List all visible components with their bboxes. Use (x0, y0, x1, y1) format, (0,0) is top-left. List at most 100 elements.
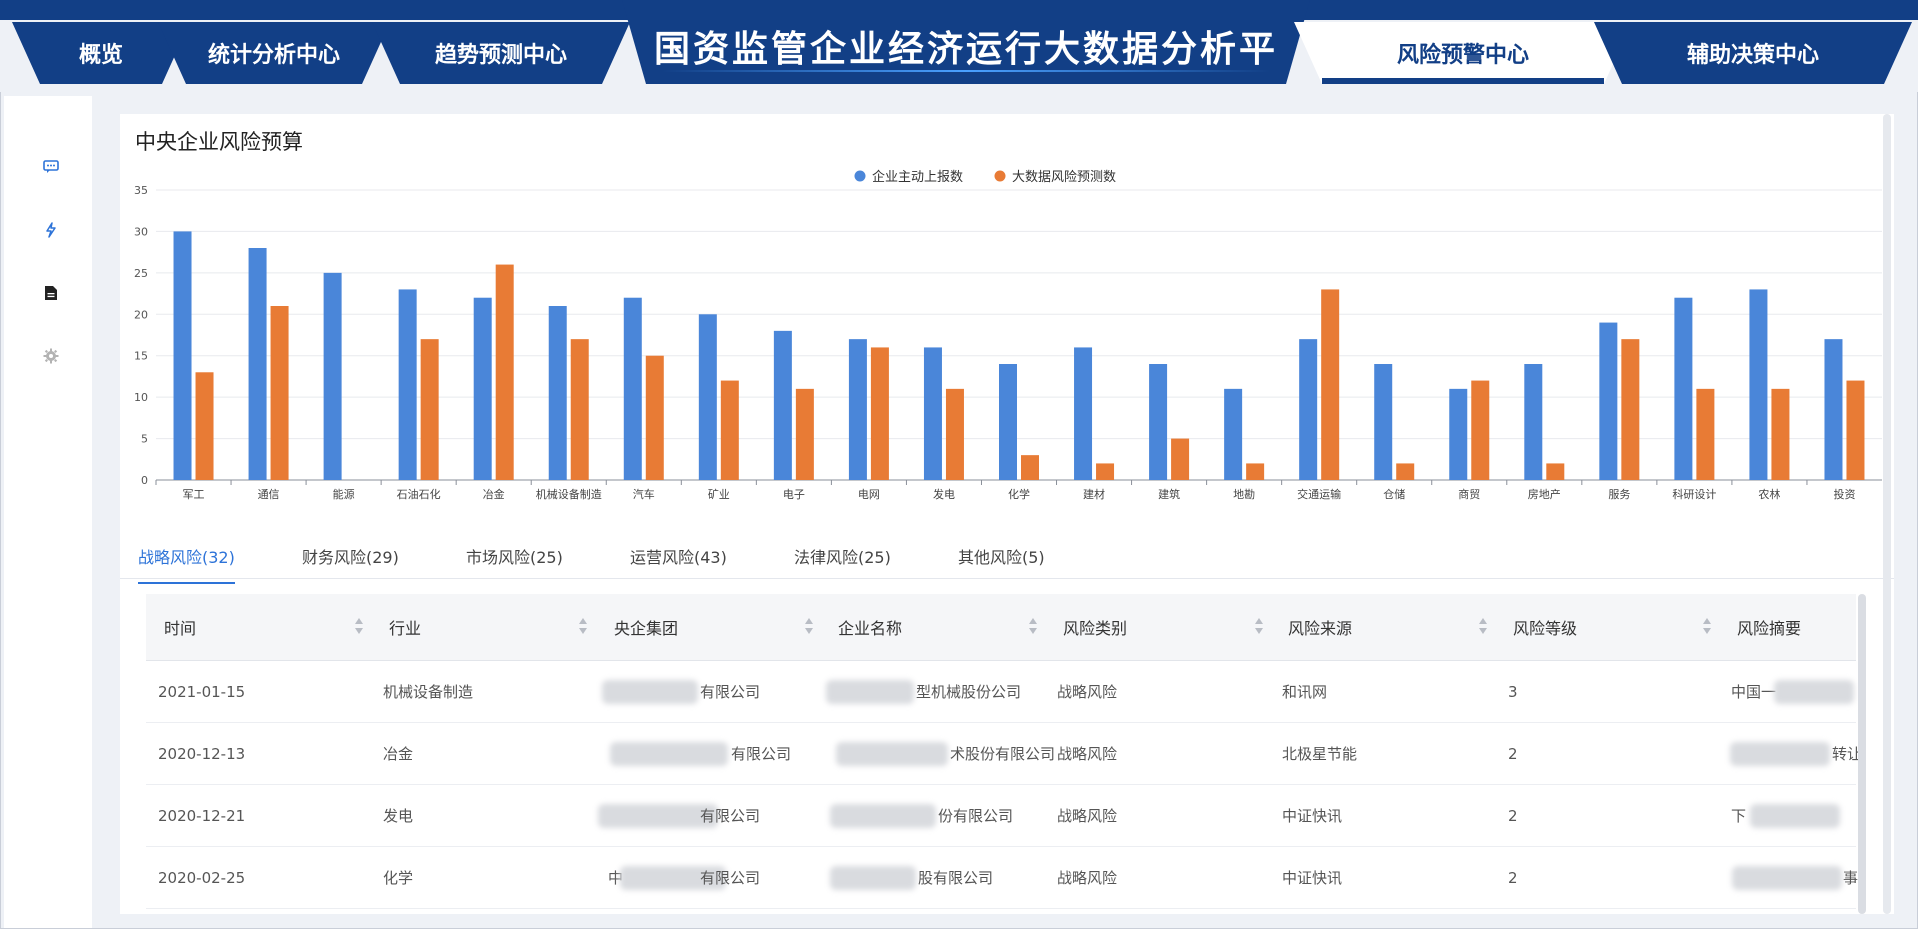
bar (1396, 463, 1415, 480)
sort-icon[interactable] (1702, 618, 1712, 636)
redacted-mask (836, 742, 948, 766)
chart-title: 中央企业风险预算 (135, 130, 303, 154)
cell-category: 战略风险 (1057, 683, 1118, 701)
bar (773, 330, 792, 480)
bar (195, 372, 214, 480)
sort-icon[interactable] (1254, 618, 1264, 636)
table-row[interactable]: 2020-02-25 化学 中 有限公司 股有限公司 战略风险 中证快讯 2 事 (146, 847, 1858, 909)
tab-financial-risk[interactable]: 财务风险(29) (302, 544, 399, 582)
y-tick-label: 35 (134, 184, 148, 197)
cell-category: 战略风险 (1057, 869, 1118, 887)
sort-icon[interactable] (578, 618, 588, 636)
tab-risk-warning[interactable]: 风险预警中心 (1294, 22, 1632, 84)
tab-statistics[interactable]: 统计分析中心 (158, 22, 390, 84)
bar (1171, 438, 1190, 480)
sort-icon[interactable] (804, 618, 814, 636)
sort-icon[interactable] (1478, 618, 1488, 636)
x-tick-label: 投资 (1833, 487, 1855, 501)
bar (1096, 463, 1115, 480)
cell-group: 有限公司 (700, 683, 761, 701)
x-tick-label: 交通运输 (1297, 487, 1341, 501)
sort-icon[interactable] (354, 618, 364, 636)
tab-other-risk[interactable]: 其他风险(5) (958, 544, 1045, 582)
bar (698, 314, 717, 480)
bar (570, 339, 589, 480)
column-header-time[interactable]: 时间 (164, 594, 196, 660)
y-tick-label: 5 (141, 433, 148, 446)
tab-strategic-risk[interactable]: 战略风险(32) (138, 544, 235, 584)
tab-label: 统计分析中心 (207, 43, 340, 68)
x-tick-label: 化学 (1008, 487, 1030, 501)
x-tick-label: 通信 (258, 488, 280, 501)
sort-icon[interactable] (1028, 618, 1038, 636)
bar (923, 347, 942, 480)
document-icon[interactable] (40, 282, 62, 304)
x-tick-label: 服务 (1608, 488, 1630, 501)
cell-source: 中证快讯 (1282, 807, 1343, 825)
table-row[interactable]: 2020-12-13 冶金 有限公司 术股份有限公司 战略风险 北极星节能 2 … (146, 723, 1862, 785)
legend-label: 大数据风险预测数 (1012, 170, 1116, 185)
tab-label: 概览 (78, 43, 123, 68)
top-navigation: 概览 统计分析中心 趋势预测中心 国资监管企业经济运行大数据分析平 风险预警中心… (0, 0, 1918, 92)
column-header-group[interactable]: 央企集团 (614, 594, 678, 660)
gear-icon[interactable] (40, 345, 62, 367)
bar (1599, 322, 1618, 480)
bar (1321, 289, 1340, 480)
table-scrollbar[interactable] (1858, 594, 1866, 914)
x-tick-label: 军工 (183, 488, 205, 501)
column-header-category[interactable]: 风险类别 (1063, 594, 1127, 660)
column-header-company[interactable]: 企业名称 (838, 594, 902, 660)
table-header: 时间 行业 央企集团 企业名称 风险类别 风险来源 风险等级 风险摘要 (146, 594, 1856, 661)
tab-operational-risk[interactable]: 运营风险(43) (630, 544, 727, 582)
x-tick-label: 石油石化 (397, 487, 441, 501)
bar (623, 297, 642, 480)
column-header-level[interactable]: 风险等级 (1513, 594, 1577, 660)
column-header-source[interactable]: 风险来源 (1288, 594, 1352, 660)
cell-source: 和讯网 (1282, 683, 1328, 701)
bar (945, 388, 964, 480)
bar (1149, 364, 1168, 480)
lightning-icon[interactable] (40, 219, 62, 241)
bar (323, 272, 342, 480)
x-tick-label: 发电 (933, 487, 955, 501)
y-tick-label: 10 (134, 391, 148, 404)
redacted-mask (610, 742, 728, 766)
tab-label: 辅助决策中心 (1686, 43, 1819, 68)
y-tick-label: 20 (134, 308, 148, 321)
bar (473, 297, 492, 480)
table-row[interactable]: 2020-12-21 发电 有限公司 份有限公司 战略风险 中证快讯 2 下 (146, 785, 1856, 847)
x-tick-label: 机械设备制造 (536, 487, 602, 501)
table-row[interactable]: 2021-01-15 机械设备制造 有限公司 型机械股份公司 战略风险 和讯网 … (146, 661, 1856, 723)
x-tick-label: 地勘 (1233, 488, 1255, 501)
bar (173, 231, 192, 480)
cell-company: 型机械股份公司 (916, 683, 1022, 701)
cell-level: 3 (1508, 682, 1518, 701)
tab-trend-forecast[interactable]: 趋势预测中心 (372, 22, 630, 84)
main-panel: 中央企业风险预算 企业主动上报数 大数据风险预测数 0 5 10 15 20 25 30 35 军工… (120, 114, 1894, 914)
bar (495, 264, 514, 480)
tab-decision-support[interactable]: 辅助决策中心 (1594, 22, 1912, 84)
bar (1074, 347, 1093, 480)
bar (999, 364, 1017, 480)
cell-group: 有限公司 (731, 745, 792, 763)
x-tick-label: 冶金 (483, 487, 505, 501)
column-header-summary[interactable]: 风险摘要 (1737, 594, 1801, 660)
redacted-mask (1730, 742, 1830, 766)
cell-time: 2020-12-13 (158, 744, 246, 763)
bar (795, 388, 814, 480)
tab-market-risk[interactable]: 市场风险(25) (466, 544, 563, 582)
cell-summary: 中国一 (1731, 683, 1777, 701)
cell-group: 有限公司 (700, 807, 761, 825)
y-tick-label: 0 (141, 474, 148, 487)
bar (1621, 339, 1640, 480)
column-header-industry[interactable]: 行业 (389, 594, 421, 660)
chat-icon[interactable] (40, 156, 62, 178)
bar (420, 339, 439, 480)
tab-legal-risk[interactable]: 法律风险(25) (794, 544, 891, 582)
bar (1846, 380, 1865, 480)
x-tick-label: 电子 (783, 488, 805, 501)
page-scrollbar[interactable] (1883, 114, 1891, 914)
tab-label: 趋势预测中心 (434, 43, 567, 68)
bar (1771, 388, 1790, 480)
bar (1299, 339, 1318, 480)
